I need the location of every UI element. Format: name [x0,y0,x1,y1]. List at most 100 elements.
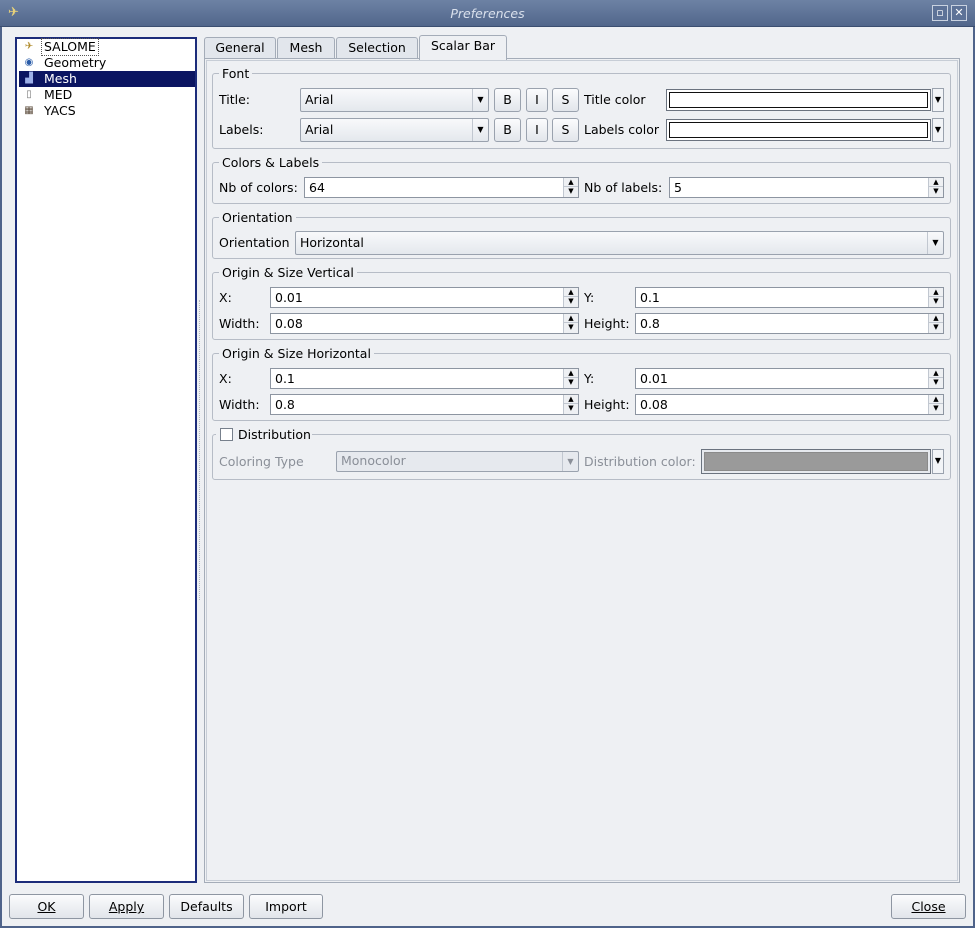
tree-item-label: Geometry [44,55,107,70]
labels-color-button[interactable] [666,119,931,141]
spin-down-icon[interactable]: ▼ [564,187,578,196]
med-icon: ▯ [26,89,32,100]
spin-up-icon[interactable]: ▲ [929,288,943,297]
apply-button[interactable]: Apply [89,894,164,919]
defaults-button[interactable]: Defaults [169,894,244,919]
spin-down-icon[interactable]: ▼ [929,187,943,196]
splitter-handle[interactable] [199,300,202,600]
distribution-group-header: Distribution [216,427,312,443]
spin-up-icon[interactable]: ▲ [564,178,578,187]
tab-mesh[interactable]: Mesh [277,37,335,59]
title-font-value: Arial [305,92,334,107]
spin-down-icon[interactable]: ▼ [929,323,943,332]
labels-bold-button[interactable]: B [494,118,521,142]
spin-up-icon[interactable]: ▲ [929,314,943,323]
spin-down-icon[interactable]: ▼ [564,297,578,306]
spin-down-icon[interactable]: ▼ [564,404,578,413]
title-bold-button[interactable]: B [494,88,521,112]
vertical-y-spinbox[interactable]: 0.1 ▲ ▼ [635,287,944,308]
spin-up-icon[interactable]: ▲ [564,369,578,378]
spin-up-icon[interactable]: ▲ [564,314,578,323]
spin-arrows[interactable]: ▲ ▼ [563,314,578,333]
horizontal-x-spinbox[interactable]: 0.1 ▲ ▼ [270,368,579,389]
spin-down-icon[interactable]: ▼ [929,404,943,413]
title-italic-button[interactable]: I [526,88,548,112]
tree-item-yacs[interactable]: ▦ YACS [19,103,195,119]
orientation-label: Orientation [219,235,290,250]
distribution-checkbox[interactable] [220,428,233,441]
chevron-down-icon: ▼ [927,232,943,254]
spin-up-icon[interactable]: ▲ [929,178,943,187]
vertical-height-spinbox[interactable]: 0.8 ▲ ▼ [635,313,944,334]
vertical-x-label: X: [219,290,232,305]
spin-down-icon[interactable]: ▼ [929,297,943,306]
origin-horizontal-group-title: Origin & Size Horizontal [219,346,374,361]
tab-general[interactable]: General [204,37,276,59]
spin-down-icon[interactable]: ▼ [929,378,943,387]
horizontal-x-label: X: [219,371,232,386]
spin-arrows[interactable]: ▲ ▼ [928,314,943,333]
vertical-height-label: Height: [584,316,630,331]
labels-color-dropdown-icon[interactable]: ▼ [932,118,944,142]
maximize-icon[interactable]: ▫ [932,5,948,21]
vertical-x-spinbox[interactable]: 0.01 ▲ ▼ [270,287,579,308]
spin-up-icon[interactable]: ▲ [929,395,943,404]
spin-up-icon[interactable]: ▲ [564,288,578,297]
import-button[interactable]: Import [249,894,323,919]
distribution-color-dropdown-icon[interactable]: ▼ [932,449,944,474]
spin-arrows[interactable]: ▲ ▼ [563,288,578,307]
title-font-select[interactable]: Arial ▼ [300,88,489,112]
orientation-value: Horizontal [300,235,364,250]
title-color-button[interactable] [666,89,931,111]
nb-labels-spinbox[interactable]: 5 ▲ ▼ [669,177,944,198]
vertical-height-value: 0.8 [640,316,660,331]
horizontal-width-spinbox[interactable]: 0.8 ▲ ▼ [270,394,579,415]
tree-item-geometry[interactable]: ◉ Geometry [19,55,195,71]
labels-shadow-button[interactable]: S [552,118,579,142]
spin-arrows[interactable]: ▲ ▼ [563,395,578,414]
coloring-type-select[interactable]: Monocolor ▼ [336,451,579,472]
horizontal-height-spinbox[interactable]: 0.08 ▲ ▼ [635,394,944,415]
nb-colors-value: 64 [309,180,325,195]
preferences-tree[interactable]: ✈ SALOME ◉ Geometry ▟ Mesh ▯ MED ▦ YACS [15,37,197,883]
spin-arrows[interactable]: ▲ ▼ [928,178,943,197]
title-color-label: Title color [584,92,646,107]
coloring-type-label: Coloring Type [219,454,304,469]
spin-arrows[interactable]: ▲ ▼ [563,369,578,388]
tree-item-label: Mesh [44,71,77,86]
ok-button[interactable]: OK [9,894,84,919]
title-color-swatch [669,92,928,108]
spin-arrows[interactable]: ▲ ▼ [928,288,943,307]
vertical-y-value: 0.1 [640,290,660,305]
spin-up-icon[interactable]: ▲ [564,395,578,404]
spin-arrows[interactable]: ▲ ▼ [928,395,943,414]
orientation-select[interactable]: Horizontal ▼ [295,231,944,255]
labels-italic-button[interactable]: I [526,118,548,142]
tab-scalar-bar[interactable]: Scalar Bar [419,35,507,60]
ok-label: OK [37,899,56,914]
nb-colors-spinbox[interactable]: 64 ▲ ▼ [304,177,579,198]
tree-item-salome[interactable]: ✈ SALOME [19,38,195,56]
distribution-color-button[interactable] [701,449,931,474]
close-button[interactable]: Close [891,894,966,919]
close-icon[interactable]: ✕ [951,5,967,21]
apply-label: Apply [108,899,145,914]
origin-vertical-group-title: Origin & Size Vertical [219,265,357,280]
vertical-width-spinbox[interactable]: 0.08 ▲ ▼ [270,313,579,334]
nb-labels-value: 5 [674,180,682,195]
spin-up-icon[interactable]: ▲ [929,369,943,378]
spin-down-icon[interactable]: ▼ [564,323,578,332]
labels-font-select[interactable]: Arial ▼ [300,118,489,142]
horizontal-y-spinbox[interactable]: 0.01 ▲ ▼ [635,368,944,389]
tree-item-med[interactable]: ▯ MED [19,87,195,103]
spin-arrows[interactable]: ▲ ▼ [928,369,943,388]
close-label: Close [911,899,946,914]
spin-down-icon[interactable]: ▼ [564,378,578,387]
tree-item-mesh[interactable]: ▟ Mesh [19,71,195,87]
spin-arrows[interactable]: ▲ ▼ [563,178,578,197]
coloring-type-value: Monocolor [341,453,406,468]
title-shadow-button[interactable]: S [552,88,579,112]
tree-item-label: YACS [44,103,76,118]
title-color-dropdown-icon[interactable]: ▼ [932,88,944,112]
tab-selection[interactable]: Selection [336,37,418,59]
